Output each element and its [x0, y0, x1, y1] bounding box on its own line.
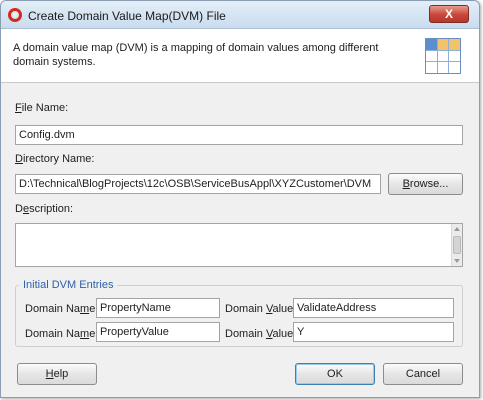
directory-name-label: Directory Name: [15, 153, 95, 165]
title-bar[interactable]: Create Domain Value Map(DVM) File X [1, 1, 479, 29]
scroll-thumb[interactable] [453, 236, 461, 254]
jdeveloper-app-icon [8, 8, 22, 22]
domain-value-label: Domain Value: [225, 303, 297, 315]
initial-dvm-entries-title: Initial DVM Entries [19, 279, 118, 291]
file-name-input[interactable]: Config.dvm [15, 125, 463, 145]
help-button[interactable]: Help [17, 363, 97, 385]
domain-name-input[interactable]: PropertyValue [96, 322, 220, 342]
scroll-down-arrow-icon[interactable] [454, 259, 460, 263]
create-dvm-dialog: Create Domain Value Map(DVM) File X A do… [0, 0, 480, 398]
description-textarea[interactable] [15, 223, 463, 267]
scroll-up-arrow-icon[interactable] [454, 227, 460, 231]
domain-name-label: Domain Name: [25, 303, 99, 315]
close-button[interactable]: X [429, 5, 469, 23]
description-scrollbar[interactable] [451, 224, 462, 266]
directory-name-input[interactable]: D:\Technical\BlogProjects\12c\OSB\Servic… [15, 174, 381, 194]
file-name-label: File Name: [15, 102, 69, 114]
dialog-title: Create Domain Value Map(DVM) File [28, 9, 226, 23]
domain-name-label: Domain Name: [25, 328, 99, 340]
header-panel: A domain value map (DVM) is a mapping of… [1, 29, 479, 83]
dvm-table-icon [425, 38, 461, 74]
domain-value-input[interactable]: Y [293, 322, 454, 342]
domain-name-input[interactable]: PropertyName [96, 298, 220, 318]
domain-value-label: Domain Value: [225, 328, 297, 340]
ok-button[interactable]: OK [295, 363, 375, 385]
domain-value-input[interactable]: ValidateAddress [293, 298, 454, 318]
description-label: Description: [15, 203, 74, 215]
cancel-button[interactable]: Cancel [383, 363, 463, 385]
header-description: A domain value map (DVM) is a mapping of… [13, 42, 379, 68]
browse-button[interactable]: Browse... [388, 173, 463, 195]
